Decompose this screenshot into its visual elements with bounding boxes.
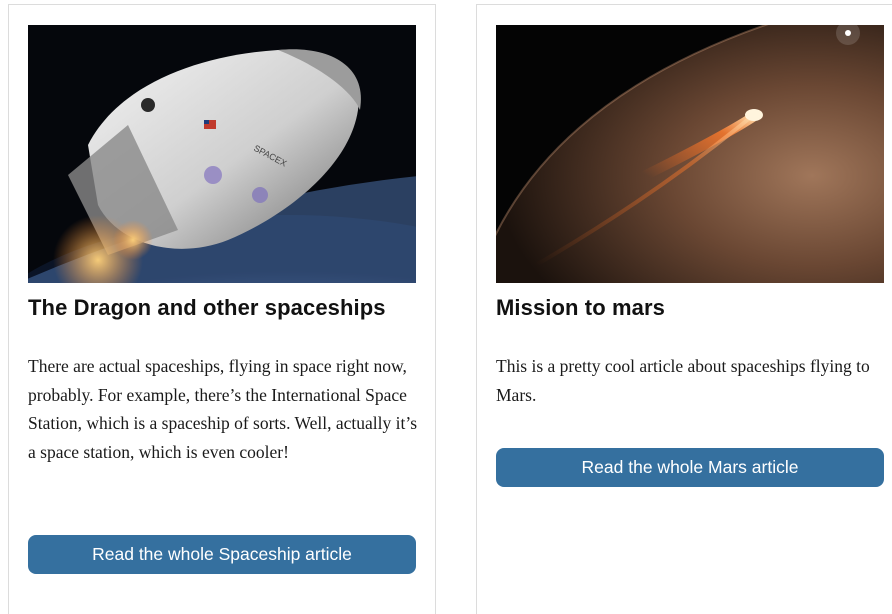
card-text: This is a pretty cool article about spac… — [496, 356, 870, 405]
read-spaceship-article-button[interactable]: Read the whole Spaceship article — [28, 535, 416, 574]
card-title: Mission to mars — [496, 295, 665, 320]
read-mars-article-button[interactable]: Read the whole Mars article — [496, 448, 884, 487]
article-card-mars: Mission to mars This is a pretty cool ar… — [476, 4, 892, 614]
spaceship-image: SPACEX — [28, 25, 416, 283]
mars-image — [496, 25, 884, 283]
article-card-spaceship: SPACEX The Dragon and other spaceships T… — [8, 4, 436, 614]
card-title: The Dragon and other spaceships — [28, 295, 386, 320]
card-text: There are actual spaceships, flying in s… — [28, 356, 418, 462]
